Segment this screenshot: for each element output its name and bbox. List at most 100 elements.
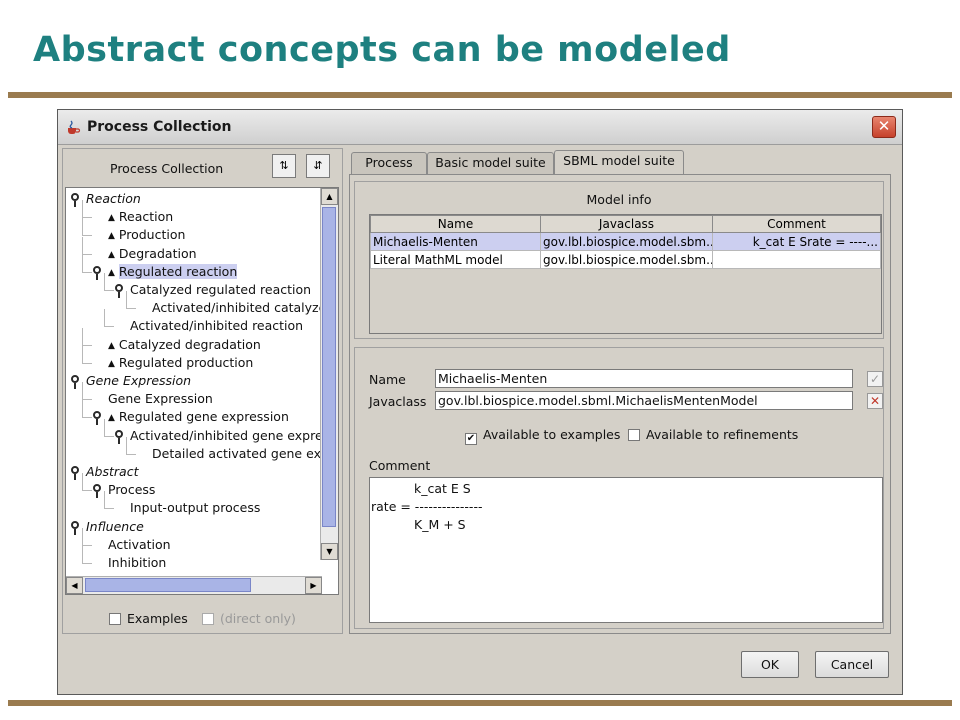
tree-item[interactable]: Input-output process	[130, 499, 260, 516]
tree-expand-handle-icon[interactable]	[71, 193, 79, 207]
tree-item-label: Regulated reaction	[118, 263, 238, 279]
tree-vertical-scrollbar[interactable]: ▲ ▼	[320, 188, 338, 560]
tree-connector	[82, 254, 83, 272]
tree-connector	[82, 417, 92, 419]
tree-connector	[82, 490, 92, 492]
tree-item[interactable]: ▲ Regulated production	[108, 354, 253, 371]
horizontal-scroll-thumb[interactable]	[85, 578, 251, 592]
name-label: Name	[369, 372, 406, 387]
tree-connector	[126, 308, 136, 310]
tab-basic-model-suite[interactable]: Basic model suite	[427, 152, 554, 174]
tree-category[interactable]: Gene Expression	[86, 372, 191, 389]
tree-connector	[82, 218, 83, 236]
tree-item[interactable]: Activated/inhibited catalyze	[152, 299, 326, 316]
direct-only-label: (direct only)	[220, 611, 296, 626]
tree-item[interactable]: ▲ Regulated gene expression	[108, 408, 289, 425]
close-button[interactable]: ✕	[872, 116, 896, 138]
process-triangle-icon: ▲	[108, 358, 115, 369]
tab-sbml-model-suite[interactable]: SBML model suite	[554, 150, 684, 175]
column-header-javaclass[interactable]: Javaclass	[540, 215, 713, 233]
tree-item-label: Inhibition	[108, 555, 167, 570]
tree-item[interactable]: ▲ Degradation	[108, 245, 197, 262]
table-row[interactable]: Michaelis-Menten gov.lbl.biospice.model.…	[370, 232, 881, 251]
process-triangle-icon: ▲	[108, 413, 115, 424]
tree-item[interactable]: ▲ Regulated reaction	[108, 263, 238, 280]
tree-item[interactable]: ▲ Production	[108, 226, 185, 243]
tree-item-label: Influence	[86, 518, 144, 534]
examples-checkbox[interactable]: Examples	[109, 611, 188, 626]
tree-expand-handle-icon[interactable]	[71, 520, 79, 535]
scroll-down-arrow-icon[interactable]: ▼	[321, 543, 338, 560]
table-row[interactable]: Literal MathML model gov.lbl.biospice.mo…	[370, 250, 881, 269]
tree-connector	[82, 527, 83, 545]
tree-expand-handle-icon[interactable]	[93, 411, 101, 426]
column-header-name[interactable]: Name	[370, 215, 541, 233]
tree-item[interactable]: Activated/inhibited gene expres	[130, 427, 329, 444]
tree-category[interactable]: Influence	[86, 518, 144, 535]
tree-item-label: Activated/inhibited gene expres	[130, 427, 330, 443]
accept-icon[interactable]: ✓	[867, 371, 883, 387]
scroll-up-arrow-icon[interactable]: ▲	[321, 188, 338, 205]
column-header-comment[interactable]: Comment	[712, 215, 881, 233]
tree-item[interactable]: Gene Expression	[108, 390, 213, 407]
direct-only-checkbox-box	[202, 613, 214, 625]
window-titlebar[interactable]: Process Collection ✕	[58, 110, 902, 145]
sort-descending-icon: ⇵	[313, 159, 323, 172]
tree-connector	[104, 491, 105, 509]
checkmark-icon[interactable]: ✔	[465, 433, 477, 445]
available-to-examples-checkbox[interactable]: ✔ Available to examples	[465, 427, 620, 445]
tree-item[interactable]: ▲ Catalyzed degradation	[108, 336, 261, 353]
ok-button[interactable]: OK	[741, 651, 799, 678]
tree-expand-handle-icon[interactable]	[115, 284, 123, 298]
tree-item[interactable]: Activated/inhibited reaction	[130, 317, 303, 334]
examples-checkbox-box[interactable]	[109, 613, 121, 625]
scroll-right-arrow-icon[interactable]: ▶	[305, 577, 322, 594]
tree-expand-handle-icon[interactable]	[71, 466, 79, 480]
javaclass-label: Javaclass	[369, 394, 427, 409]
tree-expand-handle-icon[interactable]	[71, 375, 79, 389]
tree-connector	[82, 345, 83, 363]
comment-label: Comment	[369, 458, 431, 473]
tree-item-label: Gene Expression	[108, 391, 213, 407]
model-info-table: Name Javaclass Comment Michaelis-Menten …	[369, 214, 882, 334]
tree-connector	[126, 291, 127, 309]
sort-ascending-icon: ⇅	[279, 159, 289, 172]
sort-ascending-button[interactable]: ⇅	[272, 154, 296, 178]
cell-comment	[712, 250, 881, 269]
tab-process[interactable]: Process	[351, 152, 427, 174]
name-field[interactable]: Michaelis-Menten	[435, 369, 853, 388]
sort-descending-button[interactable]: ⇵	[306, 154, 330, 178]
tree-item[interactable]: Process	[108, 481, 155, 498]
reject-icon[interactable]: ✕	[867, 393, 883, 409]
tree-item[interactable]: ▲ Reaction	[108, 208, 173, 225]
scroll-left-arrow-icon[interactable]: ◀	[66, 577, 83, 594]
tree-expand-handle-icon[interactable]	[115, 429, 123, 444]
tree-item[interactable]: Catalyzed regulated reaction	[130, 281, 311, 298]
top-divider	[8, 92, 952, 98]
javaclass-field[interactable]: gov.lbl.biospice.model.sbml.MichaelisMen…	[435, 391, 853, 410]
tree-expand-handle-icon[interactable]	[93, 265, 101, 280]
process-tree[interactable]: Inhibition Activation Influence Input-outpu…	[65, 187, 339, 595]
tree-horizontal-scrollbar[interactable]: ◀ ▶	[66, 576, 322, 594]
tree-item[interactable]: Detailed activated gene exp	[152, 445, 329, 462]
tree-category[interactable]: Reaction	[86, 190, 141, 207]
tree-connector	[104, 273, 105, 290]
tree-expand-handle-icon[interactable]	[93, 484, 101, 499]
tree-connector	[126, 436, 127, 454]
slide-title: Abstract concepts can be modeled	[33, 30, 731, 70]
comment-line: k_cat E S	[414, 481, 471, 496]
tree-connector	[82, 253, 92, 255]
tree-item[interactable]: Activation	[108, 536, 171, 553]
available-to-refinements-checkbox[interactable]: Available to refinements	[628, 427, 798, 442]
tree-item[interactable]: Inhibition	[108, 554, 166, 571]
cell-javaclass: gov.lbl.biospice.model.sbm...	[540, 250, 713, 269]
cancel-button[interactable]: Cancel	[815, 651, 889, 678]
comment-textarea[interactable]: k_cat E S rate = --------------- K_M + S	[369, 477, 883, 623]
tree-connector	[82, 400, 83, 418]
tree-connector	[82, 544, 92, 546]
refinements-checkbox-box[interactable]	[628, 429, 640, 441]
tree-connector	[82, 344, 92, 346]
tree-connector	[104, 290, 114, 291]
tree-category[interactable]: Abstract	[86, 463, 138, 480]
vertical-scroll-thumb[interactable]	[322, 207, 336, 527]
